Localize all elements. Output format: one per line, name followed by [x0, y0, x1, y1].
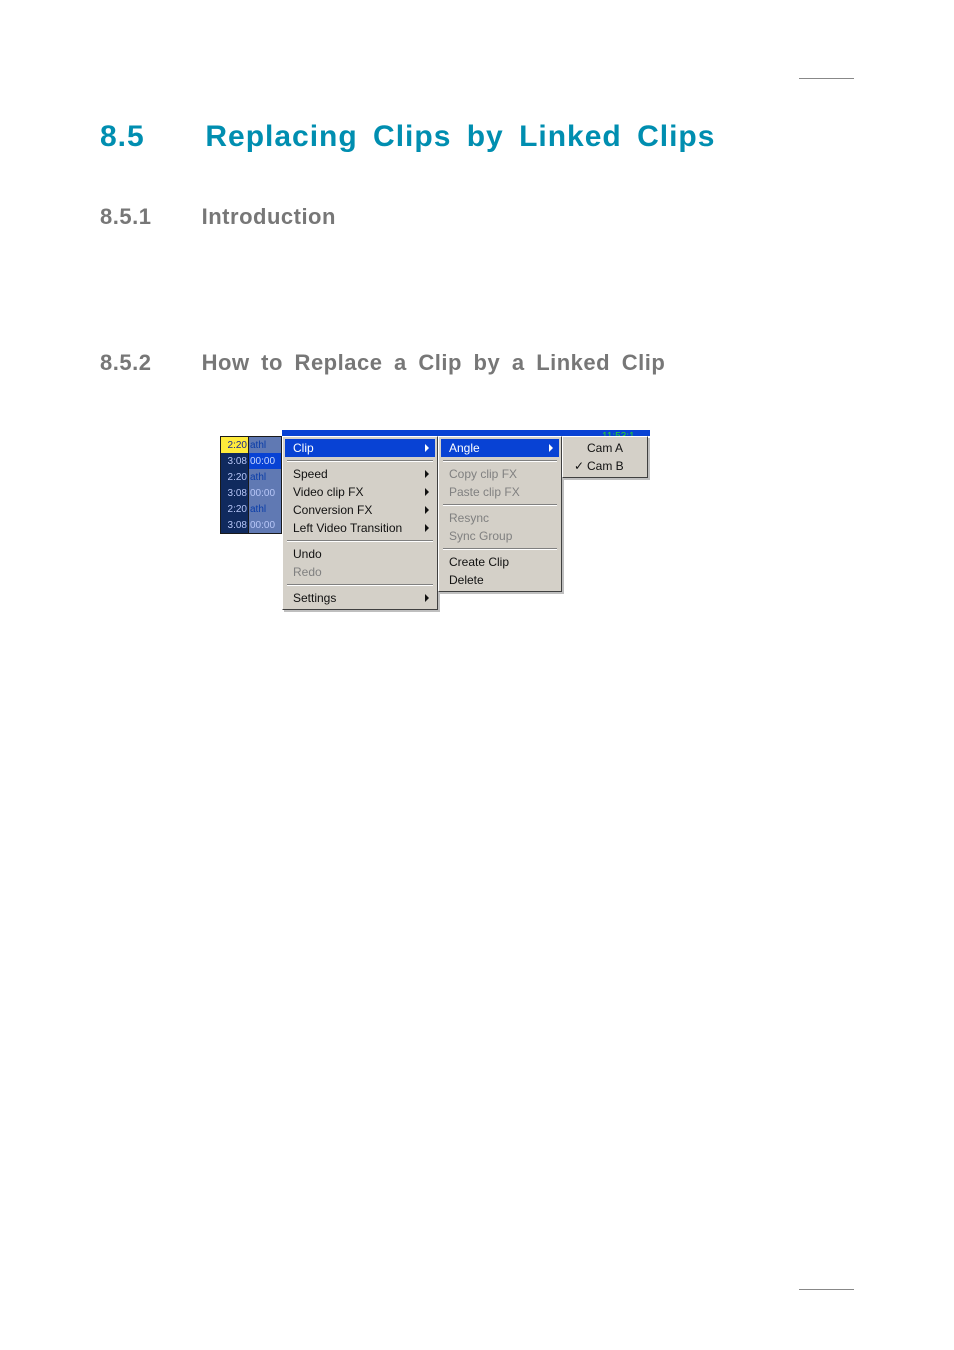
heading-main-text: Replacing Clips by Linked Clips [205, 120, 715, 153]
menu-item[interactable]: ✓Cam B [565, 457, 645, 475]
menu-item: Copy clip FX [441, 465, 559, 483]
menu-item-label: Clip [293, 441, 314, 455]
context-menu-level3[interactable]: Cam A✓Cam B [562, 436, 648, 478]
timeline-row-label: 00:00 [248, 517, 281, 533]
timeline-row-label: athl [248, 437, 281, 453]
menu-item-label: Copy clip FX [449, 467, 517, 481]
menu-item[interactable]: Clip [285, 439, 435, 457]
menu-item-label: Sync Group [449, 529, 512, 543]
heading-sub-1: 8.5.1 Introduction [100, 204, 854, 230]
check-icon: ✓ [573, 459, 585, 473]
timeline-row-label: 00:00 [248, 485, 281, 501]
top-divider [799, 78, 854, 79]
timeline-row[interactable]: 2:20athl [221, 501, 281, 517]
page: 8.5 Replacing Clips by Linked Clips 8.5.… [0, 0, 954, 1350]
timeline-row-time: 3:08 [221, 453, 248, 469]
menu-item-label: Angle [449, 441, 480, 455]
menu-separator [287, 584, 433, 586]
menu-item-label: Delete [449, 573, 484, 587]
menu-item-label: Settings [293, 591, 336, 605]
menu-item[interactable]: Cam A [565, 439, 645, 457]
menu-item-label: Undo [293, 547, 322, 561]
timeline-row-label: athl [248, 469, 281, 485]
heading-main: 8.5 Replacing Clips by Linked Clips [100, 120, 854, 154]
timeline-row-label: 00:00 [248, 453, 281, 469]
context-menu-level2[interactable]: Angle Copy clip FX Paste clip FX Resync Sync… [438, 436, 562, 592]
menu-item: Paste clip FX [441, 483, 559, 501]
timeline-row[interactable]: 3:0800:00 [221, 517, 281, 533]
menu-item-label: Resync [449, 511, 489, 525]
menu-item[interactable]: Angle [441, 439, 559, 457]
heading-sub1-number: 8.5.1 [100, 204, 190, 230]
menu-item: Sync Group [441, 527, 559, 545]
menu-item[interactable]: Video clip FX [285, 483, 435, 501]
menu-item[interactable]: Speed [285, 465, 435, 483]
heading-sub2-text: How to Replace a Clip by a Linked Clip [202, 350, 666, 375]
menu-item[interactable]: Delete [441, 571, 559, 589]
menu-item[interactable]: Undo [285, 545, 435, 563]
timeline-row-time: 3:08 [221, 485, 248, 501]
menu-item-label: Conversion FX [293, 503, 372, 517]
timeline-row-time: 3:08 [221, 517, 248, 533]
timeline-row-time: 2:20 [221, 437, 248, 453]
menu-item: Redo [285, 563, 435, 581]
timeline-row[interactable]: 3:0800:00 [221, 485, 281, 501]
menu-item-label: Speed [293, 467, 328, 481]
menu-item: Resync [441, 509, 559, 527]
menu-item[interactable]: Left Video Transition [285, 519, 435, 537]
menu-item-label: Paste clip FX [449, 485, 520, 499]
menu-separator [287, 460, 433, 462]
timeline-row[interactable]: 2:20athl [221, 437, 281, 453]
menu-item[interactable]: Conversion FX [285, 501, 435, 519]
menu-item-label: Left Video Transition [293, 521, 402, 535]
heading-main-number: 8.5 [100, 120, 190, 154]
context-menu-level1[interactable]: Clip Speed Video clip FX Conversion FX Left … [282, 436, 438, 610]
menu-separator [443, 548, 557, 550]
timeline-row-time: 2:20 [221, 501, 248, 517]
menu-item-label: Create Clip [449, 555, 509, 569]
heading-sub-2: 8.5.2 How to Replace a Clip by a Linked … [100, 350, 854, 376]
menu-item[interactable]: Create Clip [441, 553, 559, 571]
menu-item-label: Redo [293, 565, 322, 579]
menu-item-label: Cam B [587, 459, 624, 473]
menu-separator [287, 540, 433, 542]
heading-sub2-number: 8.5.2 [100, 350, 190, 376]
heading-sub1-text: Introduction [202, 204, 336, 229]
timeline-row-label: athl [248, 501, 281, 517]
menu-item[interactable]: Settings [285, 589, 435, 607]
menu-separator [443, 460, 557, 462]
timeline[interactable]: 2:20athl3:0800:002:20athl3:0800:002:20at… [220, 436, 282, 534]
timeline-row[interactable]: 3:0800:00 [221, 453, 281, 469]
menu-item-label: Video clip FX [293, 485, 363, 499]
timeline-row[interactable]: 2:20athl [221, 469, 281, 485]
menu-separator [443, 504, 557, 506]
timeline-row-time: 2:20 [221, 469, 248, 485]
bottom-divider [799, 1289, 854, 1290]
screenshot-context-menu: 11:53:1 2:20athl3:0800:002:20athl3:0800:… [220, 436, 650, 534]
menu-item-label: Cam A [587, 441, 623, 455]
